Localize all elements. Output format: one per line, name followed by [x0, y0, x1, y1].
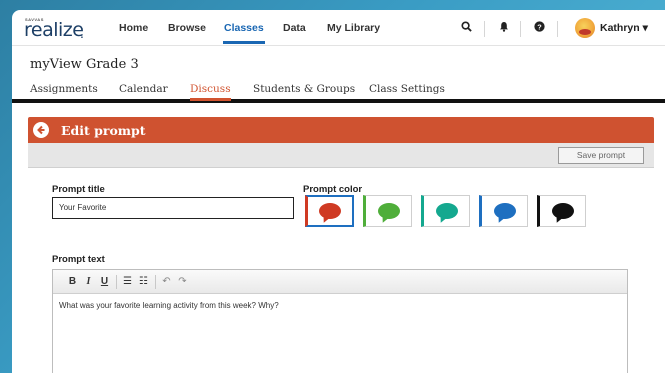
panel-header: Edit prompt	[28, 117, 654, 143]
nav-separator	[520, 21, 521, 37]
undo-button[interactable]: ↶	[159, 276, 174, 287]
top-nav: SAVVAS realize . Home Browse Classes Dat…	[12, 10, 665, 46]
prompt-color-label: Prompt color	[303, 184, 363, 195]
subtab-active-underline	[190, 98, 231, 101]
prompt-text-editor: B I U ☰ ☷ ↶ ↷ What was your favorite lea…	[52, 269, 628, 373]
numbered-list-button[interactable]: ☷	[136, 276, 151, 287]
editor-toolbar: B I U ☰ ☷ ↶ ↷	[53, 270, 627, 294]
color-option-blue[interactable]	[479, 195, 528, 227]
color-option-green[interactable]	[363, 195, 412, 227]
logo-wordmark: realize	[24, 19, 84, 41]
prompt-title-input[interactable]: Your Favorite	[52, 197, 294, 219]
speech-bubble-icon	[493, 203, 516, 219]
class-title: myView Grade 3	[30, 57, 139, 72]
tab-discuss[interactable]: Discuss	[190, 83, 231, 95]
italic-button[interactable]: I	[81, 276, 96, 287]
nav-home[interactable]: Home	[119, 22, 148, 34]
redo-button[interactable]: ↷	[175, 276, 190, 287]
user-menu[interactable]: Kathryn ▾	[600, 22, 648, 34]
tab-calendar[interactable]: Calendar	[119, 83, 168, 95]
prompt-text-content[interactable]: What was your favorite learning activity…	[53, 294, 627, 317]
bold-button[interactable]: B	[65, 276, 80, 287]
underline-button[interactable]: U	[97, 276, 112, 287]
back-button[interactable]	[33, 122, 49, 138]
realize-logo[interactable]: SAVVAS realize .	[24, 16, 94, 42]
toolbar-separator	[155, 274, 156, 289]
prompt-title-label: Prompt title	[52, 184, 105, 195]
save-prompt-button[interactable]: Save prompt	[558, 147, 644, 164]
speech-bubble-icon	[551, 203, 574, 219]
bulleted-list-button[interactable]: ☰	[120, 276, 135, 287]
panel-toolbar: Save prompt	[28, 143, 654, 168]
nav-separator	[484, 21, 485, 37]
svg-text:?: ?	[537, 22, 542, 31]
panel-title: Edit prompt	[61, 122, 146, 138]
speech-bubble-icon	[435, 203, 458, 219]
bell-icon[interactable]	[499, 21, 509, 35]
nav-separator	[557, 21, 558, 37]
app-window: SAVVAS realize . Home Browse Classes Dat…	[12, 10, 665, 373]
tab-students-groups[interactable]: Students & Groups	[253, 83, 355, 95]
toolbar-separator	[116, 274, 117, 289]
user-avatar[interactable]	[575, 18, 595, 38]
logo-dot: .	[80, 25, 84, 41]
subtab-divider	[12, 99, 665, 103]
nav-active-underline	[223, 41, 265, 44]
prompt-text-label: Prompt text	[52, 254, 105, 265]
arrow-left-icon	[37, 125, 45, 135]
nav-data[interactable]: Data	[283, 22, 306, 34]
color-option-red[interactable]	[305, 195, 354, 227]
search-icon[interactable]	[461, 21, 472, 35]
speech-bubble-icon	[319, 203, 341, 219]
nav-browse[interactable]: Browse	[168, 22, 206, 34]
nav-classes[interactable]: Classes	[224, 22, 264, 34]
tab-class-settings[interactable]: Class Settings	[369, 83, 445, 95]
color-option-black[interactable]	[537, 195, 586, 227]
color-option-teal[interactable]	[421, 195, 470, 227]
edit-prompt-panel: Edit prompt Save prompt Prompt title You…	[28, 117, 654, 373]
speech-bubble-icon	[377, 203, 400, 219]
help-icon[interactable]: ?	[534, 21, 545, 35]
tab-assignments[interactable]: Assignments	[30, 83, 98, 95]
nav-my-library[interactable]: My Library	[327, 22, 380, 34]
